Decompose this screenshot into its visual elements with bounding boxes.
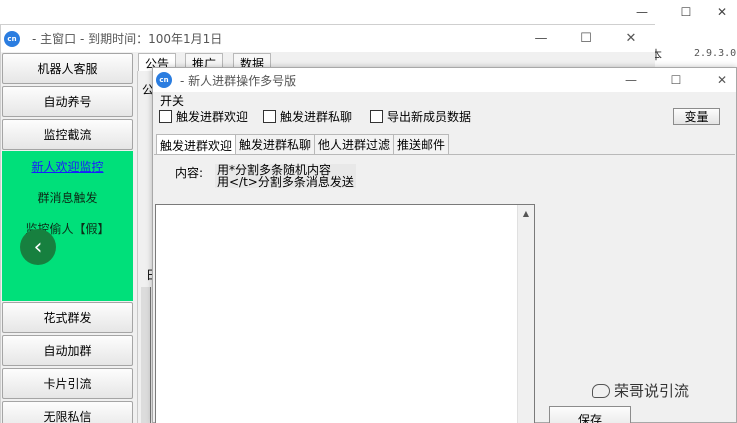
newcomer-welcome-item[interactable]: 新人欢迎监控 (2, 158, 133, 175)
hidden-list-edge (141, 287, 151, 423)
scroll-up-icon[interactable]: ▲ (518, 205, 534, 222)
close-icon[interactable]: ✕ (608, 25, 654, 52)
dialog-title: - 新人进群操作多号版 (180, 73, 297, 88)
version-label: 2.9.3.0 (694, 48, 737, 59)
auto-join-group-button[interactable]: 自动加群 (2, 335, 133, 366)
monitor-steal-item[interactable]: 监控偷人【假】 (2, 220, 133, 237)
welcome-checkbox-label: 触发进群欢迎 (176, 110, 249, 124)
hint-line-split: 用</t>分割多条消息发送 (217, 175, 354, 189)
maximize-icon[interactable]: ☐ (563, 25, 609, 52)
auto-nurture-button[interactable]: 自动养号 (2, 86, 133, 117)
private-chat-checkbox-row[interactable]: 触发进群私聊 (263, 108, 352, 125)
minimize-icon[interactable]: — (518, 25, 564, 52)
monitor-submenu: 新人欢迎监控 群消息触发 监控偷人【假】 (2, 151, 133, 301)
menu-switch[interactable]: 开关 (160, 92, 184, 109)
group-message-trigger-item[interactable]: 群消息触发 (2, 189, 133, 206)
variables-button[interactable]: 变量 (673, 108, 720, 125)
private-chat-checkbox-label: 触发进群私聊 (280, 110, 353, 124)
content-textarea[interactable]: ▲ (155, 204, 535, 423)
newcomer-dialog: cn - 新人进群操作多号版 — ☐ ✕ 开关 触发进群欢迎 触发进群私聊 导出… (152, 67, 737, 423)
background-titlebar: — ☐ ✕ (0, 0, 737, 24)
wechat-logo-icon (592, 383, 610, 398)
minimize-icon[interactable]: — (608, 68, 654, 92)
monitor-intercept-button[interactable]: 监控截流 (2, 119, 133, 150)
export-members-checkbox[interactable] (370, 110, 383, 123)
dialog-app-icon: cn (156, 72, 172, 88)
minimize-icon[interactable]: — (620, 0, 664, 24)
main-titlebar: cn - 主窗口 - 到期时间：100年1月1日 — ☐ ✕ (1, 25, 655, 52)
tab-push-email[interactable]: 推送邮件 (393, 134, 450, 154)
watermark-text: 荣哥说引流 (614, 382, 690, 400)
hint-box: 用*分割多条随机内容 用</t>分割多条消息发送 (215, 164, 356, 188)
tab-trigger-private-chat[interactable]: 触发进群私聊 (235, 134, 316, 154)
save-button[interactable]: 保存 (549, 406, 631, 423)
fancy-broadcast-button[interactable]: 花式群发 (2, 302, 133, 333)
unlimited-dm-button[interactable]: 无限私信 (2, 401, 133, 423)
welcome-checkbox-row[interactable]: 触发进群欢迎 (159, 108, 248, 125)
close-icon[interactable]: ✕ (699, 68, 737, 92)
back-chevron-icon[interactable]: ‹ (20, 229, 56, 265)
robot-service-button[interactable]: 机器人客服 (2, 53, 133, 84)
tab-others-join-filter[interactable]: 他人进群过滤 (314, 134, 395, 154)
dialog-tabs: 触发进群欢迎 触发进群私聊 他人进群过滤 推送邮件 (156, 134, 450, 155)
main-window-title: - 主窗口 - 到期时间：100年1月1日 (32, 32, 223, 46)
welcome-checkbox[interactable] (159, 110, 172, 123)
vertical-scrollbar[interactable]: ▲ (517, 205, 534, 423)
close-icon[interactable]: ✕ (700, 0, 737, 24)
export-members-checkbox-row[interactable]: 导出新成员数据 (370, 108, 471, 125)
private-chat-checkbox[interactable] (263, 110, 276, 123)
export-members-checkbox-label: 导出新成员数据 (387, 110, 472, 124)
tab-trigger-welcome[interactable]: 触发进群欢迎 (156, 134, 237, 155)
maximize-icon[interactable]: ☐ (653, 68, 699, 92)
dialog-titlebar: cn - 新人进群操作多号版 — ☐ ✕ (153, 68, 736, 92)
card-promotion-button[interactable]: 卡片引流 (2, 368, 133, 399)
content-label: 内容: (175, 166, 204, 180)
watermark: 荣哥说引流 (592, 380, 689, 401)
app-icon: cn (4, 30, 20, 47)
